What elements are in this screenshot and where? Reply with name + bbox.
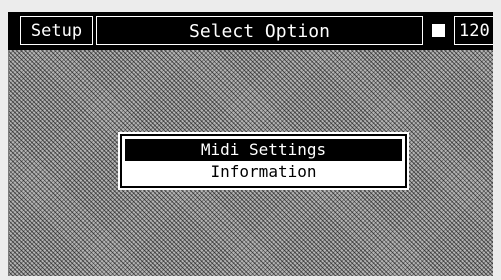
- header-bar: Setup Select Option 120: [8, 12, 493, 50]
- setup-button[interactable]: Setup: [20, 16, 93, 45]
- status-indicator-icon: [432, 24, 445, 37]
- tempo-display: 120: [454, 16, 493, 45]
- menu-item-information[interactable]: Information: [125, 161, 402, 183]
- option-menu: Midi Settings Information: [120, 134, 407, 188]
- menu-item-midi-settings[interactable]: Midi Settings: [125, 139, 402, 161]
- page-title: Select Option: [96, 16, 423, 45]
